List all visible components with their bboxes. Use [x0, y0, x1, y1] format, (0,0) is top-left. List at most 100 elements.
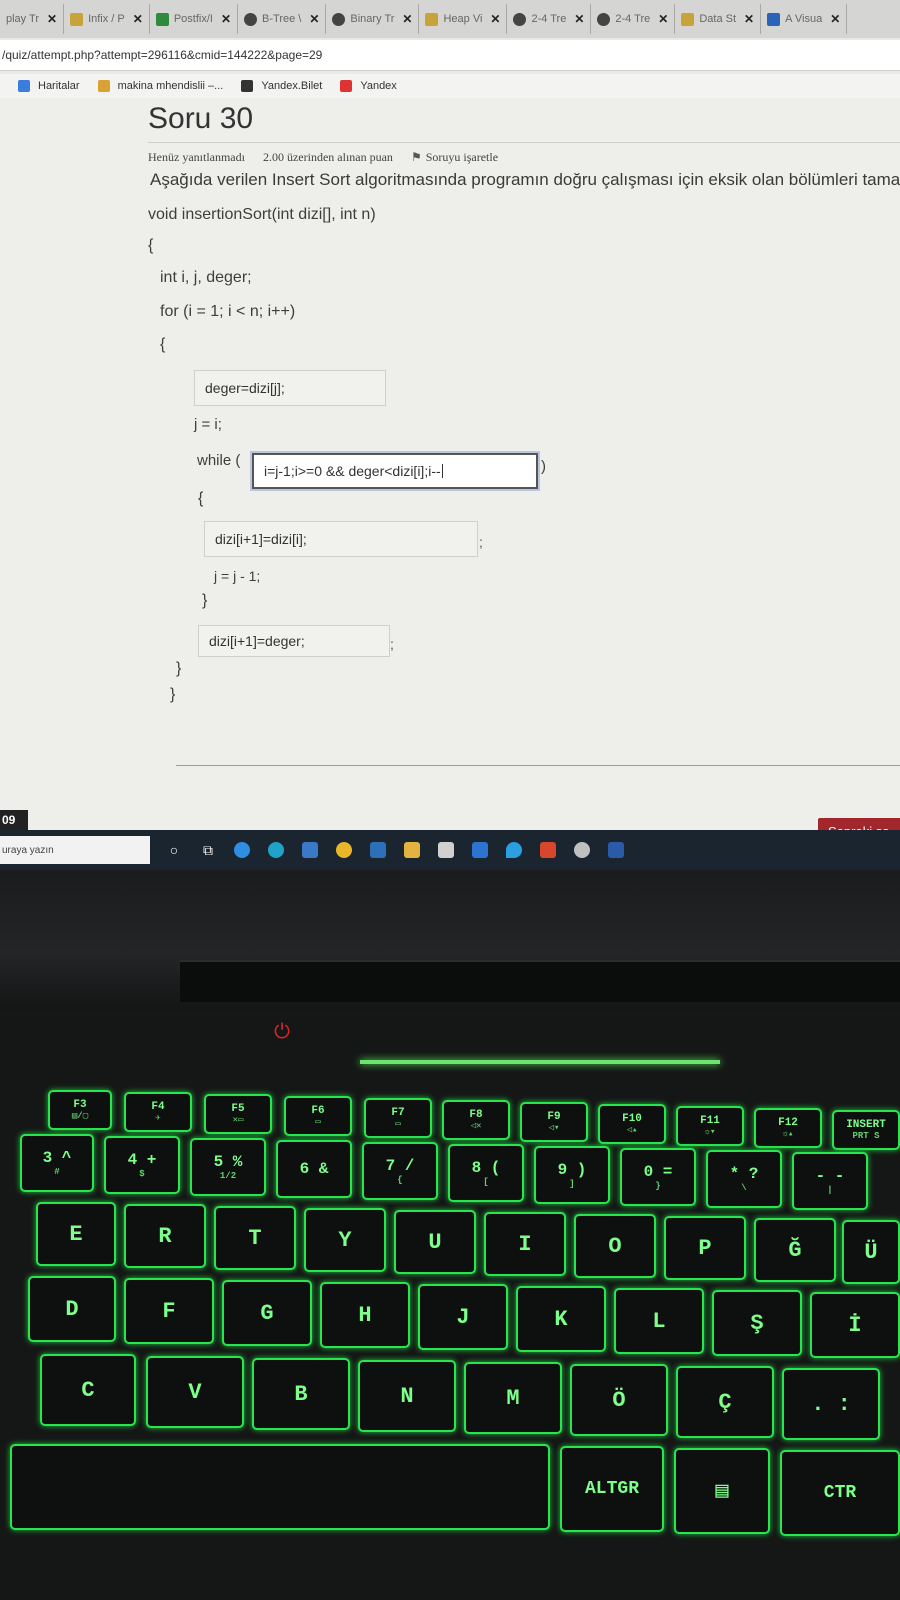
key-y[interactable]: Y: [304, 1208, 386, 1272]
key-n[interactable]: N: [358, 1360, 456, 1432]
key-c[interactable]: C: [40, 1354, 136, 1426]
task-view-icon[interactable]: ⧉: [198, 840, 218, 860]
app-icon[interactable]: [504, 840, 524, 860]
bookmark-yandex-bilet[interactable]: Yandex.Bilet: [241, 80, 322, 92]
key-f12[interactable]: F12 ☼▴: [754, 1108, 822, 1148]
key-g-breve[interactable]: Ğ: [754, 1218, 836, 1282]
browser-tab[interactable]: 2-4 Tre ✕: [507, 4, 592, 34]
bookmark-haritalar[interactable]: Haritalar: [18, 80, 80, 92]
word-icon[interactable]: [606, 840, 626, 860]
flag-question-link[interactable]: ⚑ Soruyu işaretle: [411, 150, 498, 165]
app-icon[interactable]: [368, 840, 388, 860]
key-f7[interactable]: F7 ▭: [364, 1098, 432, 1138]
key-7[interactable]: 7 /{: [362, 1142, 438, 1200]
answer-blank-2[interactable]: i=j-1;i>=0 && deger<dizi[i];i--: [252, 453, 538, 489]
cortana-icon[interactable]: ○: [164, 840, 184, 860]
tab-close-icon[interactable]: ✕: [402, 12, 412, 26]
key-h[interactable]: H: [320, 1282, 410, 1348]
key-i-dotted[interactable]: İ: [810, 1292, 900, 1358]
key-9[interactable]: 9 )]: [534, 1146, 610, 1204]
key-4[interactable]: 4 + $: [104, 1136, 180, 1194]
browser-tab[interactable]: B-Tree \ ✕: [238, 4, 327, 34]
url-text[interactable]: /quiz/attempt.php?attempt=296116&cmid=14…: [0, 48, 322, 62]
key-menu[interactable]: ▤: [674, 1448, 770, 1534]
address-bar[interactable]: /quiz/attempt.php?attempt=296116&cmid=14…: [0, 40, 900, 71]
question-status: Henüz yanıtlanmadı: [148, 150, 245, 164]
app-icon[interactable]: [538, 840, 558, 860]
browser-tab[interactable]: Binary Tr ✕: [326, 4, 420, 34]
bookmark-makina[interactable]: makina mhendislii –...: [97, 80, 223, 92]
bookmark-yandex[interactable]: Yandex: [340, 80, 397, 92]
browser-tab[interactable]: Infix / P ✕: [64, 4, 150, 34]
tab-close-icon[interactable]: ✕: [830, 12, 840, 26]
answer-blank-3[interactable]: dizi[i+1]=dizi[i];: [204, 521, 478, 557]
key-period[interactable]: . :: [782, 1368, 880, 1440]
key-v[interactable]: V: [146, 1356, 244, 1428]
file-explorer-icon[interactable]: [402, 840, 422, 860]
key-o-umlaut[interactable]: Ö: [570, 1364, 668, 1436]
tab-close-icon[interactable]: ✕: [309, 12, 319, 26]
key-j[interactable]: J: [418, 1284, 508, 1350]
key-f9[interactable]: F9 ◁▾: [520, 1102, 588, 1142]
key-i[interactable]: I: [484, 1212, 566, 1276]
tab-close-icon[interactable]: ✕: [47, 12, 57, 26]
tab-close-icon[interactable]: ✕: [744, 12, 754, 26]
key-star[interactable]: * ? \: [706, 1150, 782, 1208]
key-p[interactable]: P: [664, 1216, 746, 1280]
tab-close-icon[interactable]: ✕: [133, 12, 143, 26]
answer-blank-1[interactable]: deger=dizi[j];: [194, 370, 386, 406]
app-icon[interactable]: [300, 840, 320, 860]
key-l[interactable]: L: [614, 1288, 704, 1354]
tab-close-icon[interactable]: ✕: [574, 12, 584, 26]
key-5[interactable]: 5 % 1/2: [190, 1138, 266, 1196]
key-u[interactable]: U: [394, 1210, 476, 1274]
key-f6[interactable]: F6 ▭: [284, 1096, 352, 1136]
key-m[interactable]: M: [464, 1362, 562, 1434]
chrome-icon[interactable]: [334, 840, 354, 860]
browser-tab[interactable]: 2-4 Tre ✕: [591, 4, 676, 34]
key-r[interactable]: R: [124, 1204, 206, 1268]
key-minus[interactable]: - - |: [792, 1152, 868, 1210]
key-insert[interactable]: INSERT PRT S: [832, 1110, 900, 1150]
key-b[interactable]: B: [252, 1358, 350, 1430]
taskbar-search-input[interactable]: uraya yazın: [0, 836, 150, 864]
browser-tab[interactable]: Heap Vi ✕: [419, 4, 508, 34]
key-8[interactable]: 8 ([: [448, 1144, 524, 1202]
store-icon[interactable]: [436, 840, 456, 860]
key-g[interactable]: G: [222, 1280, 312, 1346]
key-ctrl[interactable]: CTR: [780, 1450, 900, 1536]
ie-icon[interactable]: [232, 840, 252, 860]
key-f8[interactable]: F8 ◁✕: [442, 1100, 510, 1140]
key-3[interactable]: 3 ^ #: [20, 1134, 94, 1192]
browser-tab[interactable]: Postfix/I ✕: [150, 4, 239, 34]
tab-close-icon[interactable]: ✕: [490, 12, 500, 26]
tab-close-icon[interactable]: ✕: [658, 12, 668, 26]
key-0[interactable]: 0 =}: [620, 1148, 696, 1206]
key-e[interactable]: E: [36, 1202, 116, 1266]
browser-tab[interactable]: A Visua ✕: [761, 4, 848, 34]
key-k[interactable]: K: [516, 1286, 606, 1352]
key-f5[interactable]: F5 ✕▭: [204, 1094, 272, 1134]
key-f4[interactable]: F4 ✈: [124, 1092, 192, 1132]
key-s-cedilla[interactable]: Ş: [712, 1290, 802, 1356]
key-f[interactable]: F: [124, 1278, 214, 1344]
mail-icon[interactable]: [470, 840, 490, 860]
tab-close-icon[interactable]: ✕: [221, 12, 231, 26]
key-f10[interactable]: F10 ◁▴: [598, 1104, 666, 1144]
answer-blank-4[interactable]: dizi[i+1]=deger;: [198, 625, 390, 657]
key-f3[interactable]: F3 ▤/▢: [48, 1090, 112, 1130]
browser-tab[interactable]: play Tr ✕: [0, 4, 65, 34]
music-icon[interactable]: [572, 840, 592, 860]
power-icon[interactable]: ⏻: [262, 1018, 302, 1046]
key-6[interactable]: 6 &: [276, 1140, 352, 1198]
key-u-umlaut[interactable]: Ü: [842, 1220, 900, 1284]
key-d[interactable]: D: [28, 1276, 116, 1342]
browser-tab[interactable]: Data St ✕: [675, 4, 762, 34]
key-o[interactable]: O: [574, 1214, 656, 1278]
key-c-cedilla[interactable]: Ç: [676, 1366, 774, 1438]
key-altgr[interactable]: ALTGR: [560, 1446, 664, 1532]
key-t[interactable]: T: [214, 1206, 296, 1270]
key-space[interactable]: [10, 1444, 550, 1530]
edge-icon[interactable]: [266, 840, 286, 860]
key-f11[interactable]: F11 ☼▾: [676, 1106, 744, 1146]
